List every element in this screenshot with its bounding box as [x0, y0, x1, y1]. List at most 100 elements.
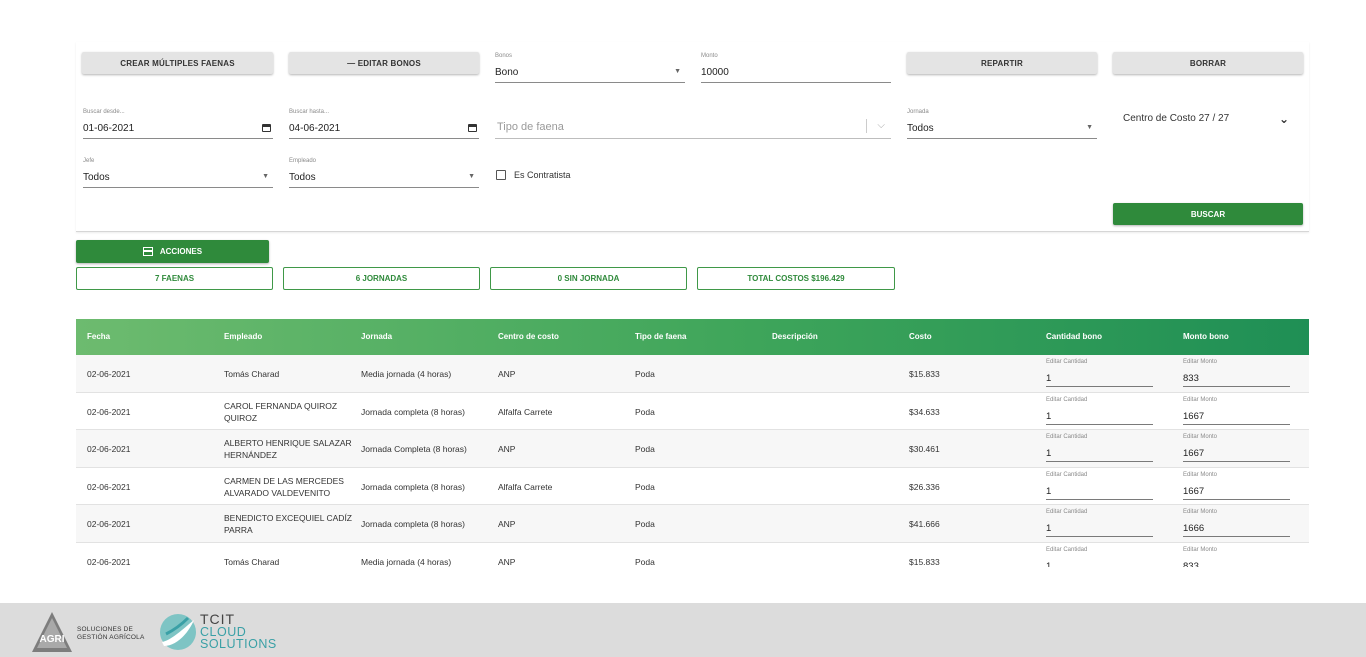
table-row[interactable]: 02-06-2021 CARMEN DE LAS MERCEDES ALVARADO… — [76, 467, 1309, 505]
chevron-down-icon: ⌵ — [877, 120, 885, 131]
table-row[interactable]: 02-06-2021 Tomás Charad Media jornada (4 h… — [76, 542, 1309, 568]
cell-jornada: Media jornada (4 horas) — [361, 369, 452, 379]
agri-logo: AGRI — [32, 612, 72, 652]
cell-empleado: BENEDICTO EXCEQUIEL CADÍZ — [224, 513, 352, 523]
total-costos-chip[interactable]: TOTAL COSTOS $196.429 — [697, 267, 895, 290]
cell-centro-costo: ANP — [498, 519, 516, 529]
header-tipo-faena[interactable]: Tipo de faena — [635, 332, 686, 341]
cell-empleado-line2: ALVARADO VALDEVENITO — [224, 487, 331, 498]
header-descripcion[interactable]: Descripción — [772, 332, 818, 341]
jornada-value: Todos — [907, 123, 934, 134]
buscar-button[interactable]: BUSCAR — [1113, 203, 1303, 225]
header-fecha[interactable]: Fecha — [87, 332, 110, 341]
buscar-desde-label: Buscar desde... — [83, 109, 125, 115]
header-centro-costo[interactable]: Centro de costo — [498, 332, 559, 341]
monto-bono-input[interactable]: Editar Monto 1666 — [1183, 509, 1290, 537]
cantidad-bono-input-label: Editar Cantidad — [1046, 434, 1088, 440]
jornadas-count-chip[interactable]: 6 JORNADAS — [283, 267, 480, 290]
cantidad-bono-input-value: 1 — [1046, 485, 1052, 497]
dropdown-arrow-icon: ▼ — [468, 173, 475, 180]
cantidad-bono-input-value: 1 — [1046, 560, 1052, 568]
editar-bonos-button[interactable]: — EDITAR BONOS — [289, 52, 479, 74]
cantidad-bono-input[interactable]: Editar Cantidad 1 — [1046, 547, 1153, 568]
table-row[interactable]: 02-06-2021 ALBERTO HENRIQUE SALAZAR HERNÁN… — [76, 430, 1309, 468]
dropdown-arrow-icon: ▼ — [1086, 124, 1093, 131]
acciones-button[interactable]: ACCIONES — [76, 240, 269, 263]
header-empleado[interactable]: Empleado — [224, 332, 262, 341]
monto-bono-input[interactable]: Editar Monto 1667 — [1183, 472, 1290, 500]
cell-jornada: Media jornada (4 horas) — [361, 556, 452, 567]
sin-jornada-chip[interactable]: 0 SIN JORNADA — [490, 267, 687, 290]
cell-empleado-line2: QUIROZ — [224, 412, 258, 423]
bonos-label: Bonos — [495, 53, 513, 59]
cell-fecha: 02-06-2021 — [87, 406, 131, 417]
agri-line1: SOLUCIONES DE — [77, 626, 134, 633]
cell-centro-costo: ANP — [498, 369, 516, 379]
header-monto-bono[interactable]: Monto bono — [1183, 332, 1229, 341]
dropdown-arrow-icon: ▼ — [262, 173, 269, 180]
jefe-select[interactable]: Jefe Todos ▼ — [83, 155, 273, 188]
cell-tipo-faena: Poda — [635, 481, 655, 492]
cantidad-bono-input-value: 1 — [1046, 373, 1052, 384]
monto-bono-input-value: 1667 — [1183, 448, 1205, 459]
monto-bono-input-value: 833 — [1183, 560, 1199, 568]
calendar-icon[interactable] — [468, 124, 477, 132]
centro-costo-select[interactable]: Centro de Costo 27 / 27 — [1123, 113, 1229, 124]
monto-bono-input-value: 1667 — [1183, 410, 1205, 422]
buscar-hasta-date[interactable]: Buscar hasta... 04-06-2021 — [289, 106, 479, 139]
empleado-select[interactable]: Empleado Todos ▼ — [289, 155, 479, 188]
cell-empleado-line2: HERNÁNDEZ — [224, 450, 277, 460]
cantidad-bono-input[interactable]: Editar Cantidad 1 — [1046, 434, 1153, 462]
table-row[interactable]: 02-06-2021 Tomás Charad Media jornada (4 h… — [76, 355, 1309, 393]
table-row[interactable]: 02-06-2021 CAROL FERNANDA QUIROZ QUIROZ Jor… — [76, 392, 1309, 430]
cell-costo: $34.633 — [909, 406, 940, 417]
agri-tagline: SOLUCIONES DE GESTIÓN AGRÍCOLA — [77, 626, 145, 642]
cell-centro-costo: Alfalfa Carrete — [498, 481, 553, 492]
cell-empleado: Tomás Charad — [224, 369, 280, 379]
empleado-value: Todos — [289, 172, 316, 183]
cell-costo: $15.833 — [909, 369, 940, 379]
cell-tipo-faena: Poda — [635, 406, 655, 417]
monto-bono-input-label: Editar Monto — [1183, 359, 1218, 365]
cell-fecha: 02-06-2021 — [87, 556, 131, 567]
crear-multiples-faenas-button[interactable]: CREAR MÚLTIPLES FAENAS — [82, 52, 273, 74]
tipo-faena-select[interactable]: Tipo de faena ⌵ — [495, 106, 891, 139]
empleado-label: Empleado — [289, 158, 317, 164]
monto-bono-input[interactable]: Editar Monto 1667 — [1183, 434, 1290, 462]
cantidad-bono-input[interactable]: Editar Cantidad 1 — [1046, 472, 1153, 500]
repartir-button[interactable]: REPARTIR — [907, 52, 1097, 74]
faenas-count-chip[interactable]: 7 FAENAS — [76, 267, 273, 290]
monto-bono-input-label: Editar Monto — [1183, 509, 1218, 515]
monto-bono-input[interactable]: Editar Monto 1667 — [1183, 397, 1290, 425]
table-row[interactable]: 02-06-2021 BENEDICTO EXCEQUIEL CADÍZ PARRA… — [76, 505, 1309, 543]
header-cantidad-bono[interactable]: Cantidad bono — [1046, 332, 1102, 341]
cell-fecha: 02-06-2021 — [87, 369, 131, 379]
bonos-select[interactable]: Bonos Bono ▼ — [495, 50, 685, 83]
cantidad-bono-input[interactable]: Editar Cantidad 1 — [1046, 509, 1153, 537]
header-jornada[interactable]: Jornada — [361, 332, 392, 341]
agri-logo-text: AGRI — [40, 634, 65, 645]
monto-field[interactable]: Monto 10000 — [701, 50, 891, 83]
contratista-checkbox[interactable] — [496, 170, 506, 180]
cantidad-bono-input[interactable]: Editar Cantidad 1 — [1046, 397, 1153, 425]
header-costo[interactable]: Costo — [909, 332, 932, 341]
cantidad-bono-input[interactable]: Editar Cantidad 1 — [1046, 359, 1153, 387]
archive-icon — [142, 247, 153, 256]
monto-bono-input[interactable]: Editar Monto 833 — [1183, 359, 1290, 387]
cell-jornada: Jornada Completa (8 horas) — [361, 444, 467, 454]
acciones-label: ACCIONES — [159, 247, 203, 256]
filter-panel: CREAR MÚLTIPLES FAENAS — EDITAR BONOS Bo… — [76, 42, 1309, 232]
buscar-hasta-label: Buscar hasta... — [289, 109, 330, 115]
calendar-icon[interactable] — [262, 124, 271, 132]
jornada-select[interactable]: Jornada Todos ▼ — [907, 106, 1097, 139]
buscar-desde-date[interactable]: Buscar desde... 01-06-2021 — [83, 106, 273, 139]
buscar-desde-value: 01-06-2021 — [83, 123, 135, 134]
cell-costo: $30.461 — [909, 444, 940, 454]
cantidad-bono-input-value: 1 — [1046, 448, 1052, 459]
cell-jornada: Jornada completa (8 horas) — [361, 481, 465, 492]
monto-bono-input[interactable]: Editar Monto 833 — [1183, 547, 1290, 568]
chevron-down-icon[interactable]: ⌄ — [1279, 112, 1289, 126]
monto-bono-input-label: Editar Monto — [1183, 396, 1218, 403]
borrar-button[interactable]: BORRAR — [1113, 52, 1303, 74]
contratista-label: Es Contratista — [514, 170, 571, 180]
